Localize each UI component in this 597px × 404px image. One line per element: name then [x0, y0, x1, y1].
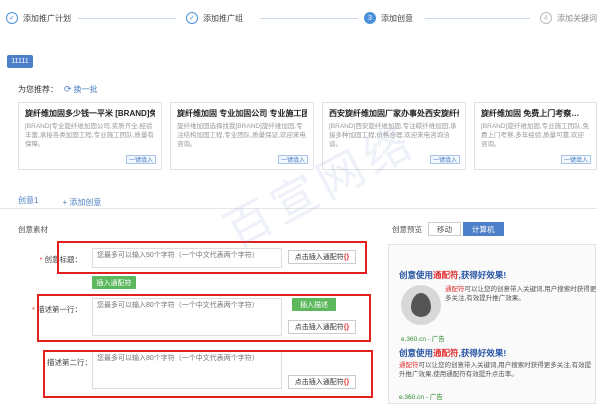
preview-box: 创意使用通配符,获得好效果! 通配符可以让您的创意带入关键词,用户搜索时获得更多…: [388, 244, 596, 404]
card-desc: [BRAND]专业旋纤维加固公司,资质齐全,经验丰富,承接各类加固工程,专业施工…: [25, 123, 154, 148]
recommend-card: 旋纤维加固 免费上门考察… [BRAND]旋纤维加固,专业施工团队,免费上门考察…: [474, 102, 597, 170]
refresh-label: 换一批: [73, 85, 98, 94]
ad-title-text: 创意使用: [399, 270, 434, 280]
ad-title-text: 创意使用: [399, 348, 434, 358]
ad-desc-keyword: 通配符: [445, 286, 465, 293]
ad-title-text: ,获得好效果!: [458, 348, 507, 358]
id-badge: 11111: [7, 55, 33, 68]
recommend-row: 为您推荐： ⟳ 换一批: [18, 84, 98, 95]
step-number-icon: 4: [540, 12, 552, 24]
section-title: 创意素材: [18, 225, 48, 234]
insert-wildcard-green-button[interactable]: 插入通配符: [92, 276, 136, 289]
step-label: 添加推广组: [203, 13, 243, 23]
recommend-label: 为您推荐：: [18, 85, 58, 94]
ad-image: [401, 285, 441, 325]
step-add-keywords[interactable]: 4 添加关键词: [540, 12, 597, 24]
ad-desc-text: 可以让您的创意带入关键词,用户搜索时获得更多关注,有效提升推广效果,使用通配符有…: [399, 362, 592, 378]
creative-preview: 创意预览 移动 计算机 创意使用通配符,获得好效果! 通配符可以让您的创意带入关…: [382, 214, 597, 404]
ad-title-keyword: 通配符: [433, 348, 459, 358]
check-icon: ✓: [6, 12, 18, 24]
divider: [0, 208, 597, 209]
step-add-group[interactable]: ✓ 添加推广组: [186, 12, 243, 24]
card-title: 旋纤维加固 免费上门考察…: [481, 109, 580, 118]
creative-tabs: 创意1 + 添加创意: [18, 195, 101, 209]
ad-title-text: ,获得好效果!: [458, 270, 507, 280]
recommend-card: 旋纤维加固 专业加固公司 专业施工团队 旋纤维加固选择找我[BRAND]旋纤维加…: [170, 102, 314, 170]
use-button[interactable]: 一键填入: [561, 155, 591, 164]
highlight-box: [43, 350, 373, 398]
card-desc: 旋纤维加固选择找我[BRAND]旋纤维加固,专注结构加固工程,专业团队,质量保证…: [177, 123, 306, 148]
step-label: 添加关键词: [557, 13, 597, 23]
camera-icon: [411, 293, 431, 317]
tab-creative-1[interactable]: 创意1: [18, 195, 39, 209]
required-mark: *: [31, 305, 35, 314]
step-add-creative[interactable]: 3 添加创意: [364, 12, 413, 24]
ad-desc: 通配符可以让您的创意带入关键词,用户搜索时获得更多关注,有效提升推广效果,使用通…: [399, 361, 593, 379]
highlight-box: [37, 294, 371, 342]
step-label: 添加推广计划: [23, 13, 71, 23]
use-button[interactable]: 一键填入: [430, 155, 460, 164]
ad-url: e.360.cn - 广告: [399, 394, 443, 401]
step-label: 添加创意: [381, 13, 413, 23]
check-icon: ✓: [186, 12, 198, 24]
preview-label: 创意预览: [392, 224, 422, 234]
add-creative-link[interactable]: + 添加创意: [62, 197, 101, 208]
card-title: 旋纤维加固 专业加固公司 专业施工团队: [177, 109, 307, 118]
recommend-card: 旋纤维加固多少钱一平米 [BRAND]免... [BRAND]专业旋纤维加固公司…: [18, 102, 162, 170]
step-add-plan[interactable]: ✓ 添加推广计划: [6, 12, 71, 24]
ad-title-keyword: 通配符: [433, 270, 459, 280]
ad-desc-keyword: 通配符: [399, 362, 419, 369]
recommend-cards: 旋纤维加固多少钱一平米 [BRAND]免... [BRAND]专业旋纤维加固公司…: [18, 102, 597, 182]
step-connector: [425, 18, 530, 19]
refresh-icon: ⟳: [64, 84, 72, 94]
card-desc: [BRAND]旋纤维加固,专业施工团队,免费上门考察,多年经验,质量可靠,欢迎咨…: [481, 123, 589, 148]
ad-title: 创意使用通配符,获得好效果!: [399, 347, 506, 359]
highlight-box: [57, 241, 367, 274]
tab-mobile[interactable]: 移动: [428, 222, 461, 236]
card-title: 旋纤维加固多少钱一平米 [BRAND]免...: [25, 109, 155, 118]
steps-bar: ✓ 添加推广计划 ✓ 添加推广组 3 添加创意 4 添加关键词: [0, 0, 597, 38]
step-number-icon: 3: [364, 12, 376, 24]
ad-title: 创意使用通配符,获得好效果!: [399, 269, 506, 281]
card-desc: [BRAND]西安旋纤维加固,专注碳纤维加固,承接多种加固工程,价格合理,欢迎来…: [329, 123, 457, 148]
refresh-button[interactable]: ⟳ 换一批: [64, 84, 98, 95]
tab-computer[interactable]: 计算机: [463, 222, 504, 236]
card-title: 西安旋纤维加固厂家办事处西安旋纤维...: [329, 109, 459, 118]
recommend-card: 西安旋纤维加固厂家办事处西安旋纤维... [BRAND]西安旋纤维加固,专注碳纤…: [322, 102, 466, 170]
use-button[interactable]: 一键填入: [126, 155, 156, 164]
ad-desc: 通配符可以让您的创意带入关键词,用户搜索时获得更多关注,有效提升推广效果。: [445, 285, 597, 303]
ad-url: e.360.cn - 广告: [401, 336, 445, 343]
step-connector: [78, 18, 176, 19]
step-connector: [260, 18, 358, 19]
ad-desc-text: 可以让您的创意带入关键词,用户搜索时获得更多关注,有效提升推广效果。: [445, 286, 597, 302]
preview-header: 创意预览 移动 计算机: [392, 222, 504, 236]
required-mark: *: [39, 255, 43, 264]
creative-form: 创意素材 * 创意标题： 点击插入通配符{} 插入通配符 * 描述第一行： 插入…: [10, 214, 380, 404]
use-button[interactable]: 一键填入: [278, 155, 308, 164]
